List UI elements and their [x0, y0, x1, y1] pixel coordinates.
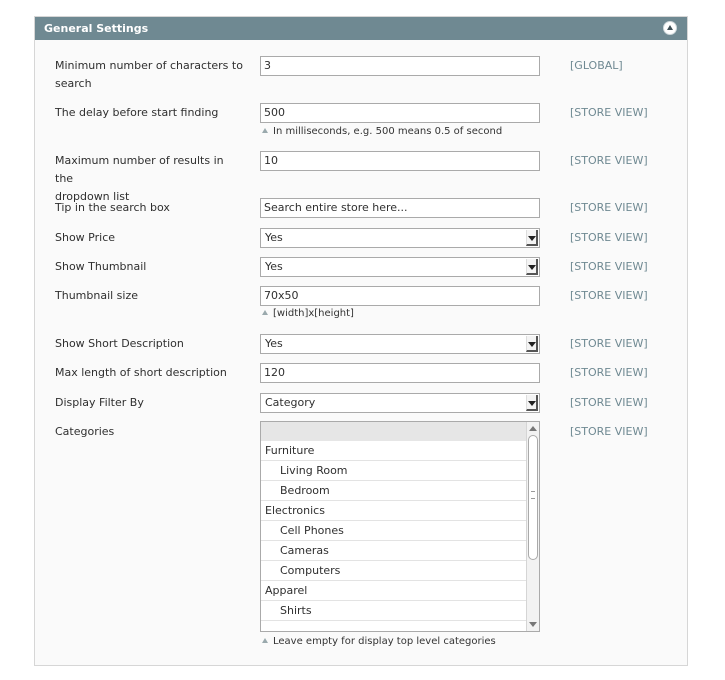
- thumbnail-size-note-text: [width]x[height]: [273, 308, 354, 319]
- max-short-desc-input[interactable]: 120: [260, 363, 540, 383]
- delay-note: In milliseconds, e.g. 500 means 0.5 of s…: [262, 125, 502, 139]
- show-thumbnail-label: Show Thumbnail: [55, 260, 147, 273]
- categories-list: Furniture Living Room Bedroom Electronic…: [261, 441, 526, 621]
- min-chars-label-line2: search: [55, 77, 92, 90]
- min-chars-label-line1: Minimum number of characters to: [55, 59, 243, 72]
- note-arrow-icon: [262, 128, 268, 133]
- tip-scope: [STORE VIEW]: [570, 201, 648, 214]
- show-price-value: Yes: [265, 231, 283, 244]
- min-chars-input[interactable]: 3: [260, 56, 540, 76]
- collapse-icon[interactable]: [663, 21, 677, 35]
- categories-scope: [STORE VIEW]: [570, 425, 648, 438]
- panel-title: General Settings: [44, 22, 149, 35]
- note-arrow-icon: [262, 310, 268, 315]
- thumbnail-size-scope: [STORE VIEW]: [570, 289, 648, 302]
- delay-note-text: In milliseconds, e.g. 500 means 0.5 of s…: [273, 126, 503, 137]
- min-chars-label: Minimum number of characters to search: [55, 57, 245, 93]
- categories-scrollbar[interactable]: [526, 422, 539, 631]
- category-option[interactable]: Bedroom: [261, 481, 526, 501]
- filter-by-label: Display Filter By: [55, 396, 144, 409]
- panel-header[interactable]: General Settings: [35, 17, 687, 40]
- show-thumbnail-scope: [STORE VIEW]: [570, 260, 648, 273]
- chevron-down-icon[interactable]: [526, 395, 538, 411]
- category-option[interactable]: Computers: [261, 561, 526, 581]
- show-thumbnail-value: Yes: [265, 260, 283, 273]
- category-option[interactable]: Shirts: [261, 601, 526, 621]
- filter-by-value: Category: [265, 396, 316, 409]
- show-short-desc-scope: [STORE VIEW]: [570, 337, 648, 350]
- min-chars-scope: [GLOBAL]: [570, 59, 623, 72]
- chevron-down-icon[interactable]: [526, 336, 538, 352]
- categories-note-text: Leave empty for display top level catego…: [273, 636, 496, 647]
- tip-input[interactable]: Search entire store here...: [260, 198, 540, 218]
- scroll-up-icon[interactable]: [529, 426, 537, 431]
- show-price-select[interactable]: Yes: [260, 228, 540, 248]
- categories-label: Categories: [55, 425, 115, 438]
- show-price-label: Show Price: [55, 231, 116, 244]
- categories-multiselect[interactable]: Furniture Living Room Bedroom Electronic…: [260, 421, 540, 632]
- filter-by-select[interactable]: Category: [260, 393, 540, 413]
- thumbnail-size-note: [width]x[height]: [262, 307, 354, 321]
- category-option[interactable]: Living Room: [261, 461, 526, 481]
- delay-label: The delay before start finding: [55, 106, 219, 119]
- category-option[interactable]: Cameras: [261, 541, 526, 561]
- max-short-desc-label: Max length of short description: [55, 366, 227, 379]
- show-price-scope: [STORE VIEW]: [570, 231, 648, 244]
- delay-scope: [STORE VIEW]: [570, 106, 648, 119]
- category-option[interactable]: Furniture: [261, 441, 526, 461]
- max-results-label: Maximum number of results in the dropdow…: [55, 152, 245, 206]
- categories-note: Leave empty for display top level catego…: [262, 635, 496, 649]
- thumbnail-size-label: Thumbnail size: [55, 289, 139, 302]
- delay-input[interactable]: 500: [260, 103, 540, 123]
- max-results-scope: [STORE VIEW]: [570, 154, 648, 167]
- max-results-input[interactable]: 10: [260, 151, 540, 171]
- filter-by-scope: [STORE VIEW]: [570, 396, 648, 409]
- max-results-label-line1: Maximum number of results in the: [55, 154, 224, 185]
- note-arrow-icon: [262, 638, 268, 643]
- category-option[interactable]: Apparel: [261, 581, 526, 601]
- chevron-down-icon[interactable]: [526, 259, 538, 275]
- show-thumbnail-select[interactable]: Yes: [260, 257, 540, 277]
- tip-label: Tip in the search box: [55, 201, 170, 214]
- grip-icon: [531, 491, 535, 499]
- scroll-down-icon[interactable]: [529, 622, 537, 627]
- category-option[interactable]: Cell Phones: [261, 521, 526, 541]
- show-short-desc-label: Show Short Description: [55, 337, 184, 350]
- chevron-down-icon[interactable]: [526, 230, 538, 246]
- max-short-desc-scope: [STORE VIEW]: [570, 366, 648, 379]
- category-option[interactable]: Electronics: [261, 501, 526, 521]
- show-short-desc-select[interactable]: Yes: [260, 334, 540, 354]
- general-settings-panel: General Settings Minimum number of chara…: [34, 16, 688, 666]
- thumbnail-size-input[interactable]: 70x50: [260, 286, 540, 306]
- categories-empty-option[interactable]: [261, 422, 526, 441]
- show-short-desc-value: Yes: [265, 337, 283, 350]
- scrollbar-thumb[interactable]: [528, 435, 538, 560]
